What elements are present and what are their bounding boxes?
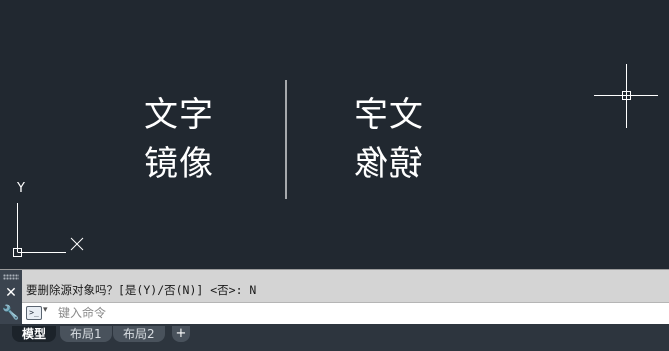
tab-layout1[interactable]: 布局1 bbox=[60, 326, 112, 342]
tab-model[interactable]: 模型 bbox=[12, 326, 57, 342]
original-text-line1: 文字 bbox=[144, 95, 214, 135]
original-text-line2: 镜像 bbox=[144, 144, 214, 184]
chevron-down-icon[interactable]: ▾ bbox=[43, 305, 48, 315]
wrench-icon[interactable]: 🔧 bbox=[2, 305, 20, 321]
layout-tab-bar: 模型 布局1 布局2 + bbox=[0, 324, 669, 351]
mirrored-text-line1: 文字 bbox=[353, 95, 423, 135]
drag-grip-handle[interactable] bbox=[3, 274, 19, 280]
ucs-y-label: Y bbox=[17, 181, 25, 196]
autocad-window: Y 文字 镜像 文字 镜像 ✕ 🔧 要删除源对象吗？[是(Y)/否(N)] <否… bbox=[0, 0, 669, 351]
command-input[interactable] bbox=[58, 304, 658, 321]
tab-layout2[interactable]: 布局2 bbox=[113, 326, 165, 342]
close-icon[interactable]: ✕ bbox=[2, 285, 20, 301]
command-line-sidebar: ✕ 🔧 bbox=[0, 270, 22, 325]
add-layout-button[interactable]: + bbox=[172, 326, 190, 342]
ucs-icon bbox=[13, 203, 84, 257]
command-input-row: >_ ▾ bbox=[22, 302, 669, 324]
command-line-panel: ✕ 🔧 要删除源对象吗？[是(Y)/否(N)] <否>: N >_ ▾ bbox=[0, 269, 669, 325]
command-prompt-icon[interactable]: >_ bbox=[26, 306, 42, 320]
command-history-text: 要删除源对象吗？[是(Y)/否(N)] <否>: N bbox=[26, 283, 257, 297]
canvas-graphics bbox=[13, 64, 658, 257]
mirrored-text-line2: 镜像 bbox=[353, 144, 423, 184]
drawing-canvas[interactable]: Y 文字 镜像 文字 镜像 bbox=[0, 0, 669, 269]
crosshair-cursor bbox=[594, 64, 658, 128]
